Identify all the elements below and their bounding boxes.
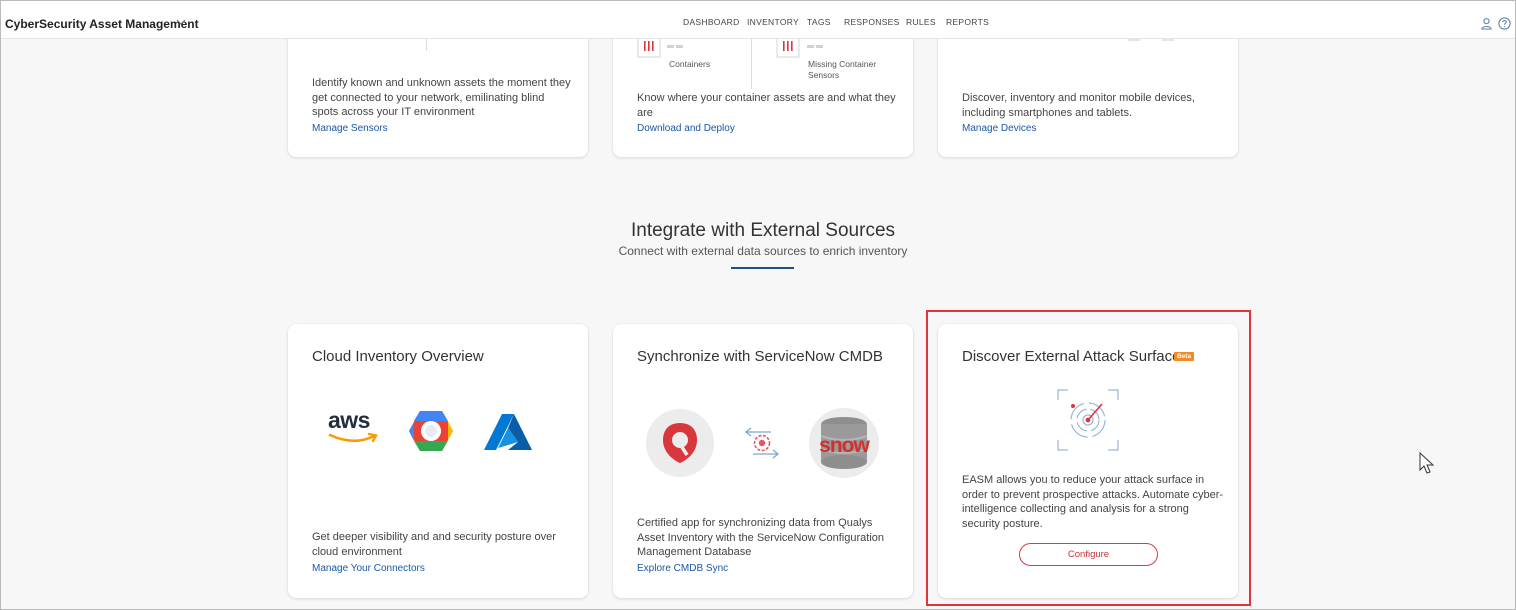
sensors-description: Identify known and unknown assets the mo… [312, 77, 571, 118]
divider [751, 39, 752, 89]
containers-card: Containers Missing Container Sensors Kno… [613, 39, 913, 157]
sync-icon [744, 427, 780, 459]
sensors-card: Identify known and unknown assets the mo… [288, 39, 588, 157]
container-icon [637, 39, 661, 58]
nav-reports[interactable]: REPORTS [946, 17, 989, 27]
easm-highlight [926, 310, 1251, 606]
divider [426, 39, 427, 51]
cloud-inventory-card: Cloud Inventory Overview aws Get deeper … [288, 324, 588, 598]
user-icon[interactable] [1480, 17, 1493, 30]
main-nav: DASHBOARD INVENTORY TAGS RESPONSES RULES… [1, 17, 1515, 29]
mobile-description: Discover, inventory and monitor mobile d… [962, 92, 1195, 119]
cloud-inventory-description: Get deeper visibility and and security p… [312, 531, 556, 558]
missing-sensors-label: Missing Container Sensors [808, 59, 877, 80]
qualys-logo [646, 409, 714, 477]
mobile-card: Discover, inventory and monitor mobile d… [938, 39, 1238, 157]
servicenow-logo: snow [809, 408, 879, 478]
manage-sensors-link[interactable]: Manage Sensors [312, 123, 388, 134]
nav-inventory[interactable]: INVENTORY [747, 17, 799, 27]
nav-responses[interactable]: RESPONSES [844, 17, 900, 27]
missing-sensor-icon [776, 39, 800, 58]
servicenow-description: Certified app for synchronizing data fro… [637, 517, 885, 558]
nav-tags[interactable]: TAGS [807, 17, 831, 27]
section-underline [731, 267, 794, 269]
google-cloud-logo [409, 411, 453, 451]
servicenow-card: Synchronize with ServiceNow CMDB snow Ce… [613, 324, 913, 598]
containers-description: Know where your container assets are and… [637, 92, 896, 119]
section-subtitle: Connect with external data sources to en… [618, 244, 908, 258]
mouse-cursor-icon [1419, 452, 1435, 474]
aws-smile-icon [328, 432, 378, 443]
explore-cmdb-link[interactable]: Explore CMDB Sync [637, 563, 728, 574]
section-title: Integrate with External Sources [630, 220, 896, 241]
aws-logo: aws [328, 408, 380, 448]
placeholder-bars [1128, 39, 1174, 41]
download-deploy-link[interactable]: Download and Deploy [637, 123, 735, 134]
azure-logo [484, 414, 532, 450]
manage-connectors-link[interactable]: Manage Your Connectors [312, 563, 425, 574]
nav-dashboard[interactable]: DASHBOARD [683, 17, 740, 27]
servicenow-title: Synchronize with ServiceNow CMDB [637, 348, 883, 365]
nav-rules[interactable]: RULES [906, 17, 936, 27]
count-placeholder [807, 45, 823, 48]
snow-wordmark: snow [819, 434, 870, 457]
top-header: CyberSecurity Asset Management DASHBOARD… [1, 1, 1515, 39]
main-content: Identify known and unknown assets the mo… [1, 39, 1515, 609]
count-placeholder [667, 45, 683, 48]
aws-wordmark: aws [328, 407, 370, 433]
containers-label: Containers [669, 59, 711, 69]
manage-devices-link[interactable]: Manage Devices [962, 123, 1036, 134]
help-icon[interactable] [1498, 17, 1511, 30]
cloud-inventory-title: Cloud Inventory Overview [312, 348, 484, 365]
